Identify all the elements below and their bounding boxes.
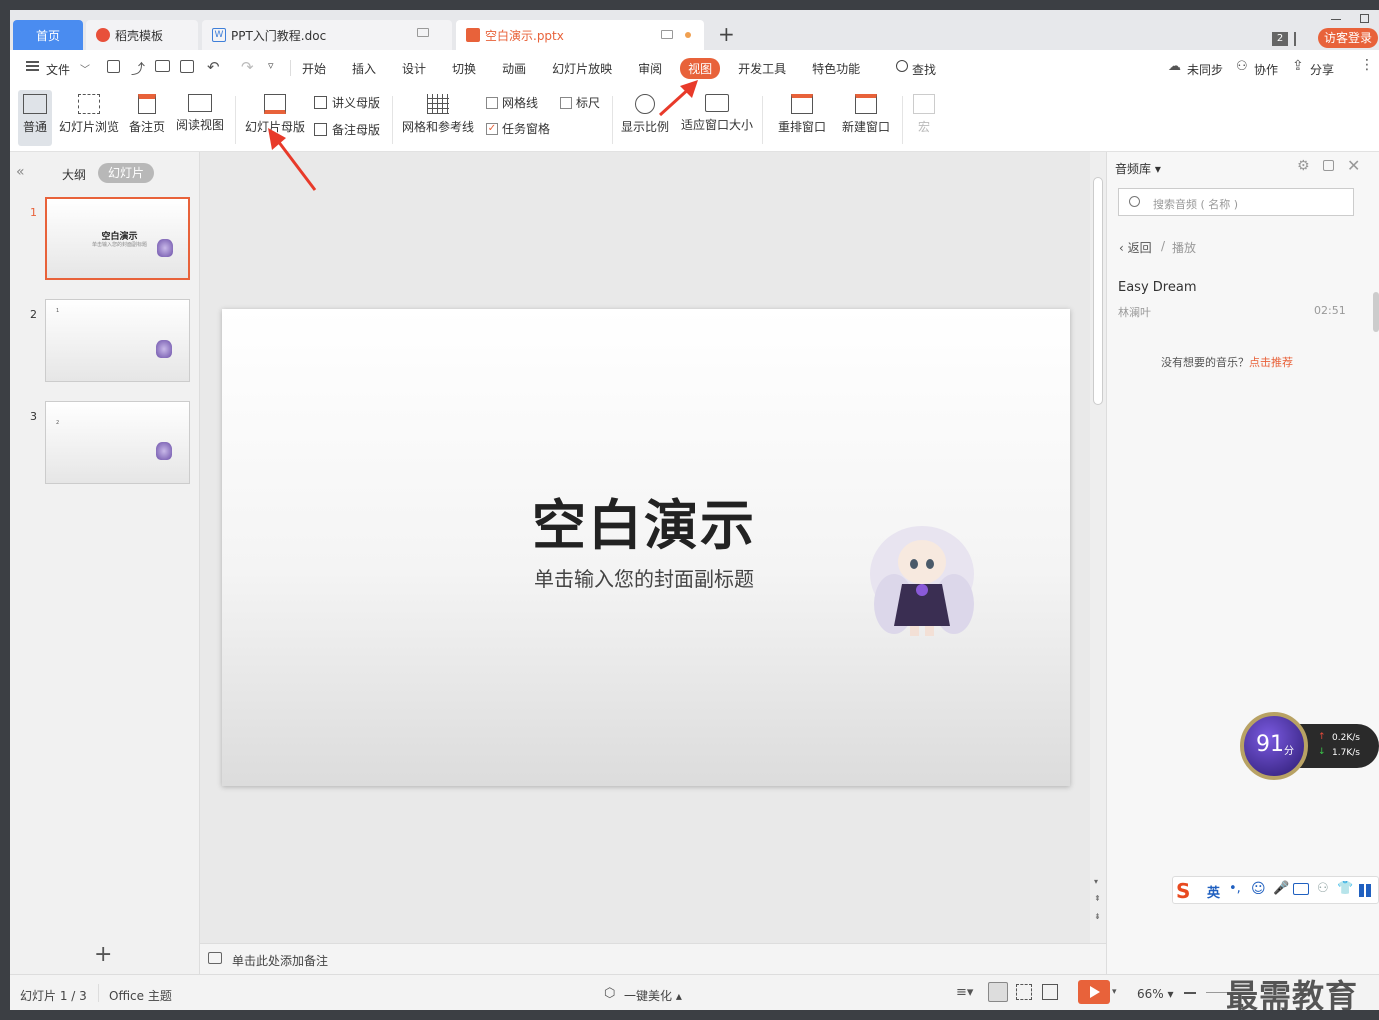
status-bar: 幻灯片 1 / 3 Office 主题 ⬡ 一键美化 ▴ ≡▾ ▾ 66% ▾ … [10,974,1379,1010]
notes-icon [208,952,222,964]
network-speed-widget[interactable]: 91 分 ↑ 0.2K/s ↓ 1.7K/s [1238,710,1379,782]
add-slide-button[interactable]: + [94,942,112,967]
upload-speed: 0.2K/s [1332,733,1360,743]
slide-sorter-status-icon[interactable] [1016,984,1032,1000]
scroll-down-icon[interactable]: ▾ [1094,877,1098,886]
reading-view-status-icon[interactable] [1042,984,1058,1000]
no-music-text: 没有想要的音乐？点击推荐 [1161,356,1293,369]
status-separator [98,984,99,1002]
chevron-down-icon[interactable]: ▾ [1112,987,1117,997]
watermark-text: 最需教育 [1226,977,1359,1010]
keyboard-icon[interactable] [1293,883,1309,895]
anime-girl-thumb [156,442,172,460]
notes-toggle-icon[interactable]: ≡▾ [956,985,973,1000]
zoom-out-icon[interactable] [1184,992,1196,994]
score-value: 91 [1256,732,1284,757]
slide-count: 幻灯片 1 / 3 [20,989,87,1003]
current-slide[interactable]: 空白演示 单击输入您的封面副标题 [222,309,1070,786]
wps-window: 首页 稻壳模板 W PPT入门教程.doc 空白演示.pptx + 2 访客登录… [10,10,1379,1010]
slide-subtitle[interactable]: 单击输入您的封面副标题 [432,563,856,592]
anime-girl-thumb [156,340,172,358]
notes-pane[interactable]: 单击此处添加备注 [200,943,1106,974]
slide-number: 3 [30,410,37,423]
score-unit: 分 [1284,746,1294,757]
notes-placeholder: 单击此处添加备注 [232,954,329,968]
upload-arrow-icon: ↑ [1318,732,1326,742]
sogou-logo-icon: S [1176,879,1191,903]
normal-view-status-icon[interactable] [988,982,1008,1002]
beautify-button[interactable]: 一键美化 ▴ [624,987,682,1004]
beautify-icon: ⬡ [604,986,616,1001]
user-icon[interactable]: ⚇ [1317,881,1329,896]
skin-shirt-icon[interactable]: 👕 [1337,881,1353,896]
annotation-arrows [268,80,698,191]
play-icon [1090,986,1100,998]
zoom-level[interactable]: 66% ▾ [1137,987,1174,1001]
download-arrow-icon: ↓ [1318,747,1326,757]
ime-toolbar[interactable]: S 英 •, ☺ 🎤 ⚇ 👕 [1172,876,1379,904]
next-slide-icon[interactable]: ⇟ [1094,912,1101,921]
emoji-icon[interactable]: ☺ [1251,881,1266,897]
ime-language[interactable]: 英 [1207,882,1220,901]
anime-girl-image[interactable] [862,514,987,644]
slide-thumbnail-3[interactable]: 2 [45,401,190,484]
recommend-link[interactable]: 点击推荐 [1249,356,1293,369]
download-speed: 1.7K/s [1332,748,1360,758]
slide-thumbnail-2[interactable]: 1 [45,299,190,382]
theme-name[interactable]: Office 主题 [109,987,172,1004]
play-slideshow-button[interactable] [1078,980,1110,1004]
microphone-icon[interactable]: 🎤 [1273,881,1289,896]
thumb-mark: 2 [56,420,60,426]
prev-slide-icon[interactable]: ⇞ [1094,894,1101,903]
slide-title[interactable]: 空白演示 [432,481,856,560]
toolbox-grid-icon[interactable] [1359,884,1372,897]
punctuation-icon[interactable]: •, [1229,881,1241,896]
